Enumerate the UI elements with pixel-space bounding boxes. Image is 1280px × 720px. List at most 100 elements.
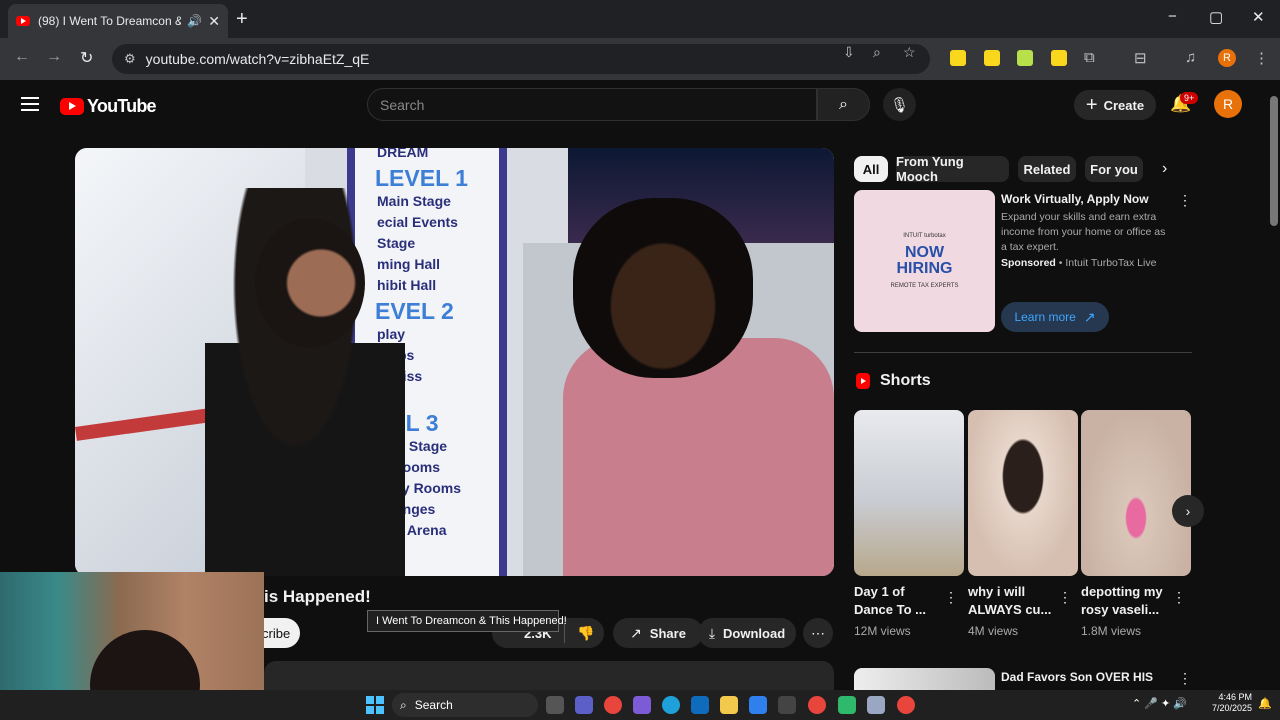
- advertiser-name: • Intuit TurboTax Live: [1058, 257, 1157, 269]
- sponsored-label: Sponsored: [1001, 257, 1056, 269]
- tab-close-icon[interactable]: ✕: [208, 13, 220, 30]
- more-actions-button[interactable]: ⋯: [803, 618, 833, 648]
- zoom-icon[interactable]: ⌕: [873, 44, 881, 61]
- download-icon: ⤓: [708, 624, 716, 641]
- dislike-button[interactable]: 👎: [565, 625, 594, 642]
- short-views: 1.8M views: [1081, 624, 1142, 638]
- browser-tab[interactable]: (98) I Went To Dreamcon & Thi 🔊 ✕: [8, 4, 228, 38]
- close-window-button[interactable]: ✕: [1252, 8, 1265, 26]
- app-green-icon[interactable]: [838, 696, 856, 714]
- search-button[interactable]: ⌕: [817, 88, 870, 121]
- store-icon[interactable]: [778, 696, 796, 714]
- short-title[interactable]: why i will ALWAYS cu...: [968, 583, 1051, 619]
- search-input[interactable]: Search: [367, 88, 817, 121]
- minimize-button[interactable]: −: [1168, 8, 1177, 25]
- site-info-icon[interactable]: ⚙: [124, 51, 136, 67]
- browser-profile-avatar[interactable]: R: [1218, 49, 1236, 67]
- vscode-icon[interactable]: [749, 696, 767, 714]
- taskbar-search[interactable]: ⌕ Search: [392, 693, 538, 717]
- copilot-icon[interactable]: [633, 696, 651, 714]
- chip-from-channel[interactable]: From Yung Mooch: [896, 154, 1009, 184]
- ad-sponsor-line: Sponsored • Intuit TurboTax Live: [1001, 257, 1156, 269]
- description-box[interactable]: [264, 661, 834, 691]
- chevron-right-icon[interactable]: ›: [1162, 160, 1167, 178]
- search-icon: ⌕: [839, 95, 848, 113]
- chrome-profile-icon[interactable]: [808, 696, 826, 714]
- scrollbar-thumb[interactable]: [1270, 96, 1278, 226]
- extensions-puzzle-icon[interactable]: ⧉: [1084, 49, 1095, 66]
- section-divider: [854, 352, 1192, 353]
- tab-search-icon[interactable]: ⊟: [1134, 49, 1147, 67]
- account-avatar[interactable]: R: [1214, 90, 1242, 118]
- short-title-line: depotting my: [1081, 584, 1163, 599]
- new-tab-button[interactable]: +: [236, 8, 248, 31]
- media-control-icon[interactable]: ♫: [1185, 49, 1196, 66]
- system-tray-icons[interactable]: ⌃ 🎤 ✦ 🔊: [1132, 697, 1187, 710]
- short-thumbnail[interactable]: [854, 410, 964, 576]
- short-menu-icon[interactable]: ⋮: [1058, 589, 1072, 606]
- voice-search-button[interactable]: 🎙: [883, 88, 916, 121]
- back-button[interactable]: ←: [14, 48, 30, 66]
- video-person-right-head: [573, 198, 753, 378]
- youtube-logo[interactable]: YouTube: [60, 96, 157, 117]
- plus-icon: +: [1085, 93, 1098, 116]
- ad-title[interactable]: Work Virtually, Apply Now: [1001, 192, 1149, 206]
- ad-headline-1: NOW: [904, 244, 945, 261]
- short-title[interactable]: depotting my rosy vaseli...: [1081, 583, 1163, 619]
- share-label: Share: [649, 625, 686, 641]
- download-button[interactable]: ⤓ Download: [698, 618, 796, 648]
- next-video-menu-icon[interactable]: ⋮: [1178, 670, 1192, 687]
- chrome-icon[interactable]: [604, 696, 622, 714]
- short-thumbnail[interactable]: [968, 410, 1078, 576]
- share-button[interactable]: ↗ Share: [613, 618, 703, 648]
- edge-icon[interactable]: [662, 696, 680, 714]
- youtube-masthead: YouTube Search ⌕ 🎙 + Create 🔔 9+ R: [0, 80, 1268, 132]
- external-link-icon: ↗: [1083, 308, 1096, 325]
- chrome-running-icon[interactable]: [897, 696, 915, 714]
- speaker-icon[interactable]: 🔊: [187, 14, 202, 28]
- taskbar-search-icon: ⌕: [400, 697, 407, 712]
- create-button[interactable]: + Create: [1074, 90, 1156, 120]
- title-tooltip: I Went To Dreamcon & This Happened!: [367, 610, 567, 632]
- bookmark-star-icon[interactable]: ☆: [903, 44, 916, 61]
- next-video-title[interactable]: Dad Favors Son OVER HIS: [1001, 670, 1153, 684]
- taskbar-search-label: Search: [414, 698, 453, 712]
- short-views: 4M views: [968, 624, 1019, 638]
- reload-button[interactable]: ↻: [80, 48, 93, 68]
- extension-1-icon[interactable]: [950, 50, 966, 66]
- short-title[interactable]: Day 1 of Dance To ...: [854, 583, 926, 619]
- short-menu-icon[interactable]: ⋮: [1172, 589, 1186, 606]
- windows-start-icon[interactable]: [366, 696, 384, 714]
- video-player[interactable]: DREAMLEVEL 1Main Stageecial EventsStagem…: [75, 148, 834, 576]
- teams-icon[interactable]: [575, 696, 593, 714]
- browser-toolbar: ← → ↻ ⚙ youtube.com/watch?v=zibhaEtZ_qE …: [0, 38, 1280, 80]
- address-bar[interactable]: ⚙ youtube.com/watch?v=zibhaEtZ_qE: [112, 44, 930, 74]
- extension-2-icon[interactable]: [984, 50, 1000, 66]
- shorts-next-button[interactable]: ›: [1172, 495, 1204, 527]
- ad-thumbnail[interactable]: INTUIT turbotax NOW HIRING REMOTE TAX EX…: [854, 190, 995, 332]
- app-active-icon[interactable]: [867, 696, 885, 714]
- task-view-icon[interactable]: [546, 696, 564, 714]
- forward-button[interactable]: →: [46, 48, 62, 66]
- extension-3-icon[interactable]: [1017, 50, 1033, 66]
- short-thumbnail[interactable]: [1081, 410, 1191, 576]
- short-title-line: Day 1 of: [854, 584, 905, 599]
- install-app-icon[interactable]: ⇩: [843, 44, 855, 61]
- learn-more-button[interactable]: Learn more ↗: [1001, 302, 1109, 332]
- sign-item: DREAM: [377, 148, 429, 160]
- extension-4-icon[interactable]: [1051, 50, 1067, 66]
- chip-related[interactable]: Related: [1018, 156, 1076, 182]
- share-icon: ↗: [630, 624, 642, 641]
- taskbar-clock[interactable]: 4:46 PM 7/20/2025: [1212, 692, 1252, 714]
- chip-for-you[interactable]: For you: [1085, 156, 1143, 182]
- guide-menu-icon[interactable]: [21, 97, 39, 111]
- chip-all[interactable]: All: [854, 156, 888, 182]
- ad-menu-icon[interactable]: ⋮: [1178, 192, 1192, 209]
- outlook-icon[interactable]: [691, 696, 709, 714]
- maximize-button[interactable]: ▢: [1209, 8, 1223, 26]
- file-explorer-icon[interactable]: [720, 696, 738, 714]
- notification-center-icon[interactable]: 🔔: [1258, 697, 1272, 710]
- short-menu-icon[interactable]: ⋮: [944, 589, 958, 606]
- browser-menu-icon[interactable]: ⋮: [1254, 49, 1269, 67]
- short-title-line: why i will: [968, 584, 1026, 599]
